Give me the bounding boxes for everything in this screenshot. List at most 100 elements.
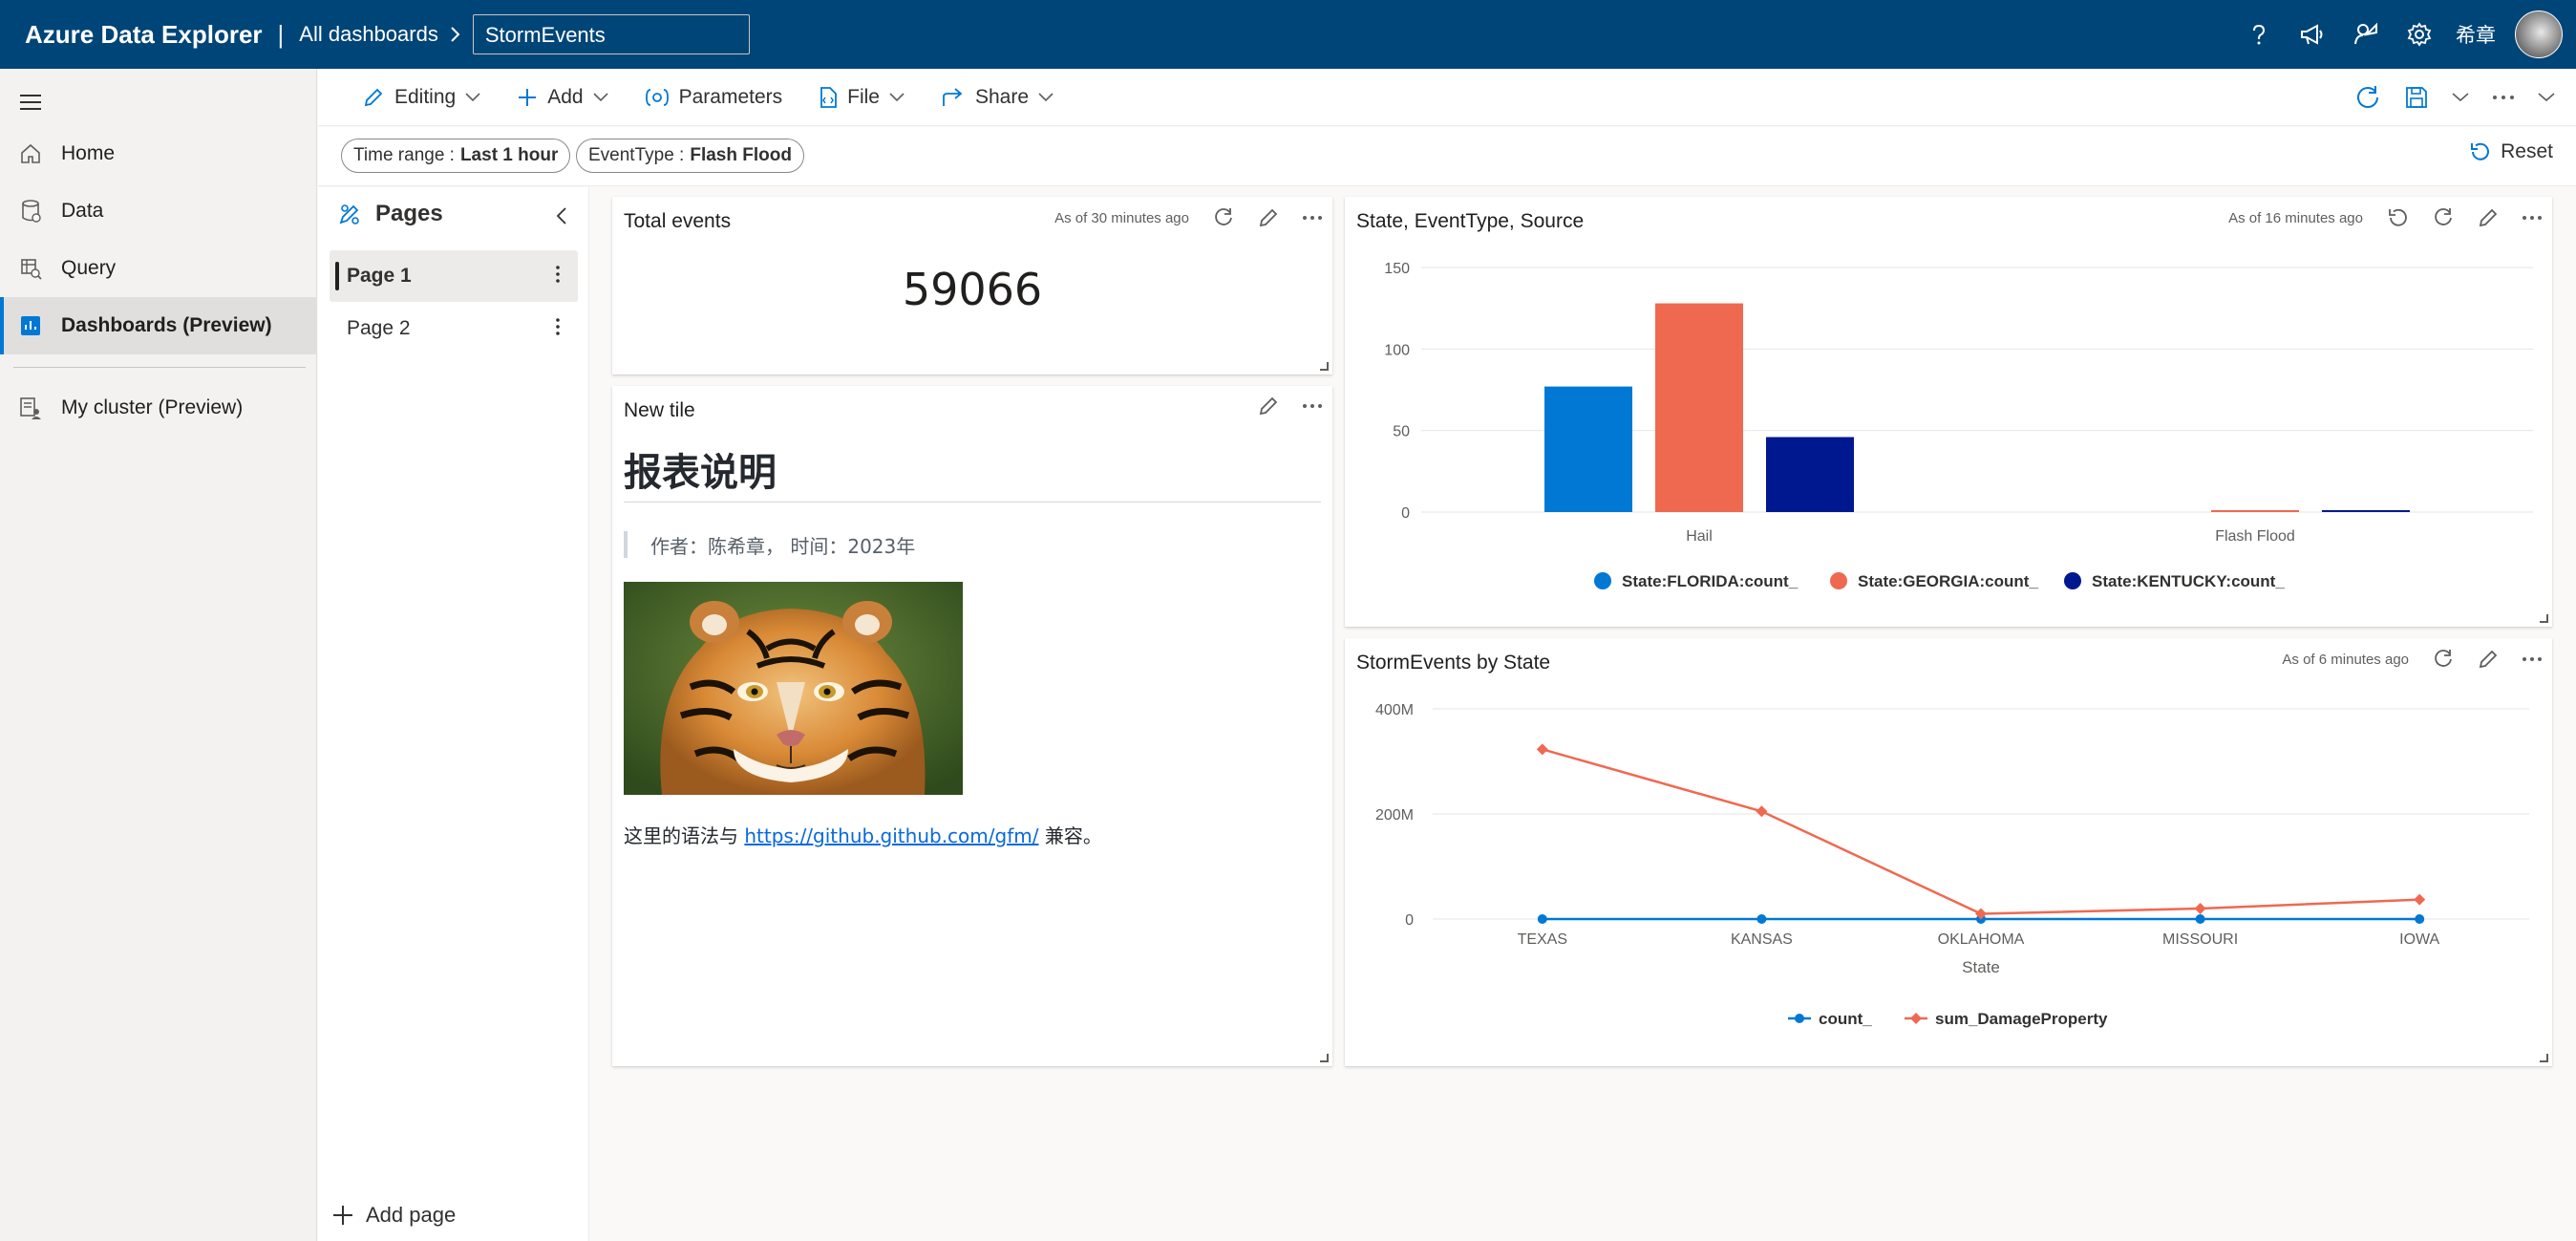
edit-pencil-icon[interactable] — [1258, 396, 1279, 417]
add-menu-button[interactable]: Add — [517, 86, 608, 109]
nav-label-home: Home — [61, 142, 116, 164]
paragraph-text-before: 这里的语法与 — [624, 824, 745, 847]
page-item-1[interactable]: Page 1 — [330, 250, 578, 302]
app-title[interactable]: Azure Data Explorer — [25, 20, 263, 50]
refresh-icon[interactable] — [2432, 648, 2455, 671]
data-point — [1537, 913, 1547, 924]
tile-state-eventtype-source[interactable]: State, EventType, Source As of 16 minute… — [1345, 197, 2552, 627]
dashboard-name-input[interactable]: StormEvents — [472, 14, 750, 54]
bar — [1655, 303, 1743, 512]
editing-menu-button[interactable]: Editing — [362, 86, 480, 109]
edit-pencil-icon[interactable] — [2478, 649, 2499, 670]
paragraph-text-after: 兼容。 — [1038, 824, 1102, 847]
tile-stormevents-by-state[interactable]: StormEvents by State As of 6 minutes ago… — [1345, 638, 2552, 1066]
add-page-button[interactable]: Add page — [331, 1203, 456, 1228]
time-range-parameter[interactable]: Time range : Last 1 hour — [341, 139, 571, 173]
refresh-icon[interactable] — [1212, 206, 1235, 229]
title-separator: | — [277, 19, 285, 49]
refresh-icon[interactable] — [2432, 206, 2455, 229]
bar — [1544, 386, 1632, 512]
more-options-icon[interactable] — [1302, 403, 1323, 409]
collapse-pages-chevron-icon[interactable] — [556, 206, 567, 225]
nav-label-data: Data — [61, 200, 104, 222]
data-point — [2415, 913, 2425, 924]
gfm-link[interactable]: https://github.github.com/gfm/ — [744, 824, 1038, 847]
share-menu-button[interactable]: Share — [941, 86, 1054, 109]
legend-marker — [1594, 572, 1611, 589]
nav-label-my-cluster: My cluster (Preview) — [61, 396, 244, 418]
edit-pencil-icon[interactable] — [1258, 207, 1279, 228]
tile-total-events[interactable]: Total events As of 30 minutes ago 59066 — [612, 197, 1332, 374]
tile-as-of: As of 16 minutes ago — [2228, 209, 2363, 226]
page-item-label: Page 2 — [347, 317, 411, 339]
page-item-2[interactable]: Page 2 — [330, 303, 578, 354]
legend-marker — [1795, 1014, 1804, 1023]
home-icon — [0, 142, 61, 165]
vertical-more-icon[interactable] — [555, 264, 561, 285]
resize-handle[interactable] — [1320, 362, 1329, 371]
parameters-button[interactable]: Parameters — [645, 86, 782, 109]
reset-button[interactable]: Reset — [2468, 140, 2553, 163]
share-icon — [941, 87, 966, 108]
resize-handle[interactable] — [2540, 1054, 2548, 1062]
markdown-blockquote: 作者：陈希章， 时间：2023年 — [624, 531, 915, 558]
x-axis-label: State — [1962, 958, 2000, 976]
feedback-icon[interactable] — [2349, 17, 2383, 52]
user-name[interactable]: 希章 — [2456, 20, 2496, 49]
legend-label: State:KENTUCKY:count_ — [2092, 572, 2285, 590]
left-nav: Home Data Query Dashboards (Preview) My … — [0, 69, 317, 1241]
edit-pencil-icon[interactable] — [2478, 207, 2499, 228]
bar — [2211, 510, 2299, 512]
legend-label: sum_DamageProperty — [1935, 1010, 2108, 1028]
tile-title: StormEvents by State — [1356, 652, 1551, 674]
collapse-toolbar-chevron-icon[interactable] — [2538, 93, 2555, 102]
line-chart: 0 200M 400M TEXAS KANSAS OKLAHOMA MISSOURI IOWA… — [1375, 702, 2529, 1028]
event-type-parameter[interactable]: EventType : Flash Flood — [576, 139, 804, 173]
file-menu-button[interactable]: File — [819, 86, 905, 109]
x-tick-label: MISSOURI — [2162, 931, 2238, 948]
time-range-value: Last 1 hour — [459, 145, 559, 165]
chevron-down-icon — [593, 92, 608, 102]
tile-as-of: As of 6 minutes ago — [2282, 651, 2409, 668]
markdown-rule — [624, 502, 1321, 503]
reset-label: Reset — [2501, 140, 2553, 162]
hamburger-menu-icon[interactable] — [19, 94, 42, 111]
more-options-icon[interactable] — [1302, 215, 1323, 221]
resize-handle[interactable] — [1320, 1054, 1329, 1062]
user-avatar[interactable] — [2515, 11, 2563, 58]
undo-icon[interactable] — [2386, 206, 2409, 229]
tile-title: State, EventType, Source — [1356, 210, 1585, 232]
more-options-icon[interactable] — [2492, 95, 2515, 100]
nav-item-home[interactable]: Home — [0, 125, 316, 182]
x-tick-label: Hail — [1686, 528, 1713, 545]
y-tick-label: 0 — [1405, 912, 1414, 929]
more-options-icon[interactable] — [2522, 215, 2543, 221]
save-options-chevron-icon[interactable] — [2452, 93, 2469, 102]
nav-item-my-cluster[interactable]: My cluster (Preview) — [0, 379, 316, 437]
data-point — [1756, 913, 1767, 924]
legend-marker — [1830, 572, 1847, 589]
parameter-bar: Time range : Last 1 hour EventType : Fla… — [318, 127, 2576, 186]
y-tick-label: 400M — [1375, 702, 1414, 718]
markdown-heading: 报表说明 — [624, 451, 777, 495]
resize-handle[interactable] — [2540, 614, 2548, 623]
tile-title: New tile — [624, 399, 695, 421]
tile-new-tile[interactable]: New tile 报表说明 作者：陈希章， 时间：2023年 这里的语法与 ht… — [612, 386, 1332, 1066]
settings-gear-icon[interactable] — [2402, 17, 2437, 52]
chevron-down-icon — [1038, 92, 1054, 102]
y-tick-label: 100 — [1384, 342, 1410, 358]
nav-item-query[interactable]: Query — [0, 240, 316, 297]
nav-item-data[interactable]: Data — [0, 182, 316, 240]
refresh-dashboard-icon[interactable] — [2354, 84, 2381, 111]
help-icon[interactable] — [2242, 17, 2276, 52]
breadcrumb-all-dashboards[interactable]: All dashboards — [299, 22, 438, 47]
y-tick-label: 0 — [1401, 505, 1410, 522]
vertical-more-icon[interactable] — [555, 316, 561, 337]
legend-marker — [2064, 572, 2081, 589]
total-events-value: 59066 — [902, 264, 1043, 315]
announcement-icon[interactable] — [2295, 17, 2330, 52]
nav-item-dashboards[interactable]: Dashboards (Preview) — [0, 297, 316, 354]
more-options-icon[interactable] — [2522, 656, 2543, 662]
file-icon — [819, 86, 838, 109]
save-icon[interactable] — [2404, 85, 2429, 110]
